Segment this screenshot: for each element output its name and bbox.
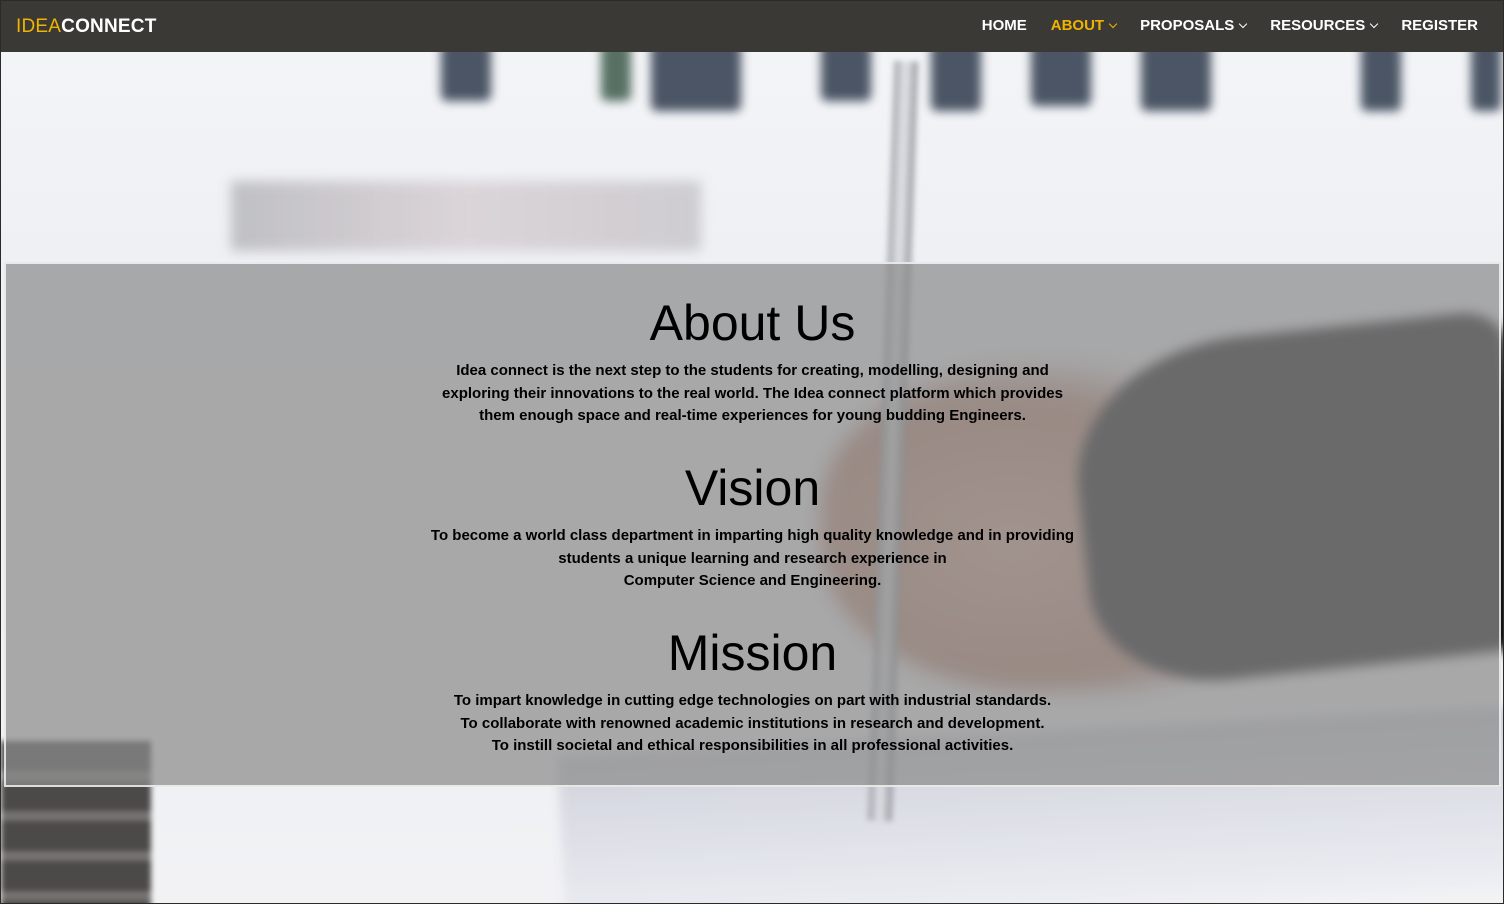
vision-text: To become a world class department in im…: [423, 525, 1083, 593]
nav-item-proposals[interactable]: PROPOSALS: [1140, 17, 1248, 35]
nav-item-about[interactable]: ABOUT: [1050, 17, 1118, 35]
mission-section: Mission To impart knowledge in cutting e…: [6, 624, 1499, 758]
nav-item-register[interactable]: REGISTER: [1401, 17, 1478, 35]
nav-item-label: REGISTER: [1401, 17, 1478, 34]
nav-item-label: HOME: [981, 17, 1027, 34]
vision-section: Vision To become a world class departmen…: [6, 459, 1499, 593]
about-panel: About Us Idea connect is the next step t…: [4, 262, 1501, 787]
vision-title: Vision: [684, 460, 821, 516]
chevron-down-icon: [1370, 19, 1379, 29]
about-section: About Us Idea connect is the next step t…: [6, 294, 1499, 428]
brand-connect-text: CONNECT: [61, 16, 157, 37]
vision-line: Computer Science and Engineering.: [623, 572, 882, 589]
mission-title: Mission: [667, 625, 838, 681]
nav-item-home[interactable]: HOME: [982, 17, 1027, 35]
chevron-down-icon: [1108, 19, 1118, 29]
mission-line: To collaborate with renowned academic in…: [460, 714, 1045, 732]
brand-logo[interactable]: IDEACONNECT: [16, 16, 157, 38]
brand-idea-text: IDEA: [16, 16, 62, 37]
nav-item-label: ABOUT: [1050, 17, 1105, 34]
vision-line: To become a world class department in im…: [430, 527, 1075, 567]
page-frame: IDEACONNECT HOME ABOUT PROPOSALS RESOURC…: [0, 0, 1504, 904]
about-title: About Us: [649, 295, 856, 351]
mission-text: To impart knowledge in cutting edge tech…: [403, 690, 1103, 758]
mission-line: To impart knowledge in cutting edge tech…: [453, 692, 1052, 709]
nav-menu: HOME ABOUT PROPOSALS RESOURCES REGISTER: [982, 17, 1478, 35]
nav-item-resources[interactable]: RESOURCES: [1270, 17, 1379, 35]
about-text: Idea connect is the next step to the stu…: [442, 362, 1063, 424]
mission-line: To instill societal and ethical responsi…: [491, 737, 1014, 754]
nav-item-label: RESOURCES: [1270, 17, 1366, 34]
nav-item-label: PROPOSALS: [1140, 17, 1235, 34]
top-navbar: IDEACONNECT HOME ABOUT PROPOSALS RESOURC…: [1, 1, 1503, 52]
chevron-down-icon: [1239, 19, 1248, 29]
